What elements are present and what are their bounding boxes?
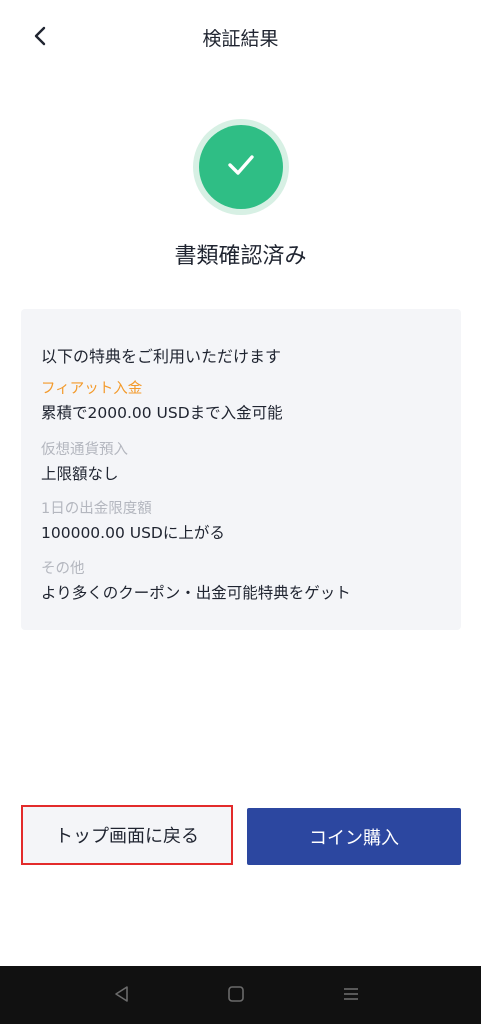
success-badge bbox=[193, 119, 289, 215]
verification-status: 書類確認済み bbox=[174, 244, 307, 269]
square-home-icon bbox=[227, 985, 245, 1007]
system-home-button[interactable] bbox=[222, 982, 250, 1010]
benefit-value: 上限額なし bbox=[41, 465, 119, 483]
system-back-button[interactable] bbox=[108, 982, 136, 1010]
benefit-value: 累積で2000.00 USDまで入金可能 bbox=[41, 404, 283, 422]
check-circle bbox=[199, 125, 283, 209]
buy-coin-button[interactable]: コイン購入 bbox=[247, 808, 461, 865]
benefit-item: フィアット入金 累積で2000.00 USDまで入金可能 bbox=[41, 379, 283, 424]
system-nav-bar bbox=[0, 966, 481, 1024]
benefit-value: より多くのクーポン・出金可能特典をゲット bbox=[41, 584, 351, 602]
benefits-card: 以下の特典をご利用いただけます フィアット入金 累積で2000.00 USDまで… bbox=[21, 309, 461, 630]
benefit-value: 100000.00 USDに上がる bbox=[41, 524, 225, 542]
page-title: 検証結果 bbox=[202, 28, 279, 50]
triangle-back-icon bbox=[113, 985, 131, 1007]
benefit-label: フィアット入金 bbox=[41, 381, 143, 397]
check-icon bbox=[226, 153, 256, 181]
header: 検証結果 bbox=[0, 0, 481, 76]
benefit-label: その他 bbox=[41, 561, 85, 577]
benefit-item: 仮想通貨預入 上限額なし bbox=[41, 440, 128, 485]
system-menu-button[interactable] bbox=[337, 982, 365, 1010]
back-to-top-button[interactable]: トップ画面に戻る bbox=[21, 805, 233, 865]
benefit-label: 1日の出金限度額 bbox=[41, 501, 152, 517]
benefit-label: 仮想通貨預入 bbox=[41, 442, 128, 458]
benefit-item: その他 より多くのクーポン・出金可能特典をゲット bbox=[41, 559, 351, 604]
menu-lines-icon bbox=[342, 985, 360, 1007]
benefit-item: 1日の出金限度額 100000.00 USDに上がる bbox=[41, 499, 225, 544]
benefits-heading: 以下の特典をご利用いただけます bbox=[41, 347, 282, 366]
